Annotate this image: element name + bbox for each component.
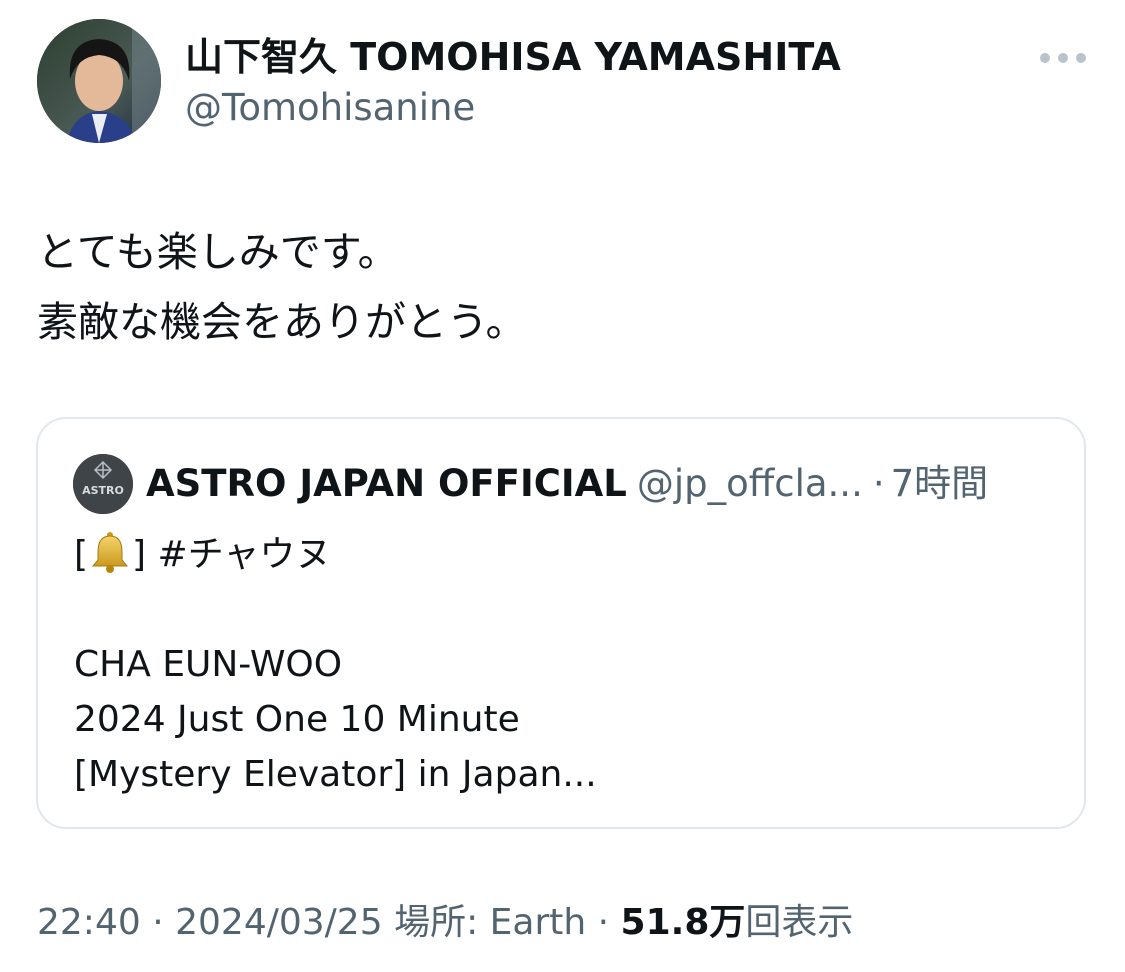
quote-tweet-card[interactable]: ASTRO ASTRO JAPAN OFFICIAL @jp_offcla... ·… bbox=[36, 417, 1086, 829]
quote-bracket-open: [ bbox=[74, 534, 89, 575]
quote-line: [Mystery Elevator] in Japan... bbox=[74, 754, 597, 795]
views-label: 回表示 bbox=[745, 902, 854, 943]
author-handle[interactable]: @Tomohisanine bbox=[185, 86, 475, 130]
more-dot bbox=[1040, 53, 1050, 63]
tweet-line: 素敵な機会をありがとう。 bbox=[37, 298, 527, 346]
quote-avatar-logo-text: ASTRO bbox=[82, 484, 124, 497]
tweet-location: 場所: Earth bbox=[394, 902, 587, 943]
quote-author-name[interactable]: ASTRO JAPAN OFFICIAL bbox=[146, 462, 627, 505]
tweet-date[interactable]: 2024/03/25 bbox=[175, 902, 383, 943]
tweet-text: とても楽しみです。 素敵な機会をありがとう。 bbox=[37, 217, 527, 357]
tweet-time[interactable]: 22:40 bbox=[37, 902, 141, 943]
quote-line: 2024 Just One 10 Minute bbox=[74, 699, 520, 740]
more-dot bbox=[1076, 53, 1086, 63]
quote-avatar[interactable]: ASTRO bbox=[73, 454, 133, 514]
bell-icon bbox=[91, 532, 129, 573]
quote-blank-line bbox=[74, 582, 597, 637]
quote-hashtag[interactable]: ] #チャウヌ bbox=[132, 534, 331, 575]
author-avatar[interactable] bbox=[37, 19, 161, 143]
quote-text: [ ] #チャウヌ CHA EUN-WOO 2024 Just One 10 M… bbox=[74, 527, 597, 802]
quote-separator: · bbox=[872, 462, 885, 505]
more-dot bbox=[1058, 53, 1068, 63]
meta-separator: · bbox=[152, 902, 164, 943]
quote-header: ASTRO JAPAN OFFICIAL @jp_offcla... · 7時間 bbox=[146, 461, 988, 507]
tweet-meta: 22:40 · 2024/03/25 場所: Earth · 51.8万回表示 bbox=[37, 898, 853, 948]
views-count: 51.8万 bbox=[620, 902, 746, 943]
quote-hashtag-line: [ ] #チャウヌ bbox=[74, 527, 597, 582]
author-name[interactable]: 山下智久 TOMOHISA YAMASHITA bbox=[185, 34, 841, 80]
quote-line: CHA EUN-WOO bbox=[74, 644, 343, 685]
tweet-line: とても楽しみです。 bbox=[37, 228, 399, 276]
meta-separator: · bbox=[597, 902, 610, 943]
quote-time[interactable]: 7時間 bbox=[891, 462, 989, 505]
more-horizontal-icon[interactable] bbox=[1040, 48, 1086, 68]
quote-author-handle[interactable]: @jp_offcla... bbox=[637, 462, 863, 505]
